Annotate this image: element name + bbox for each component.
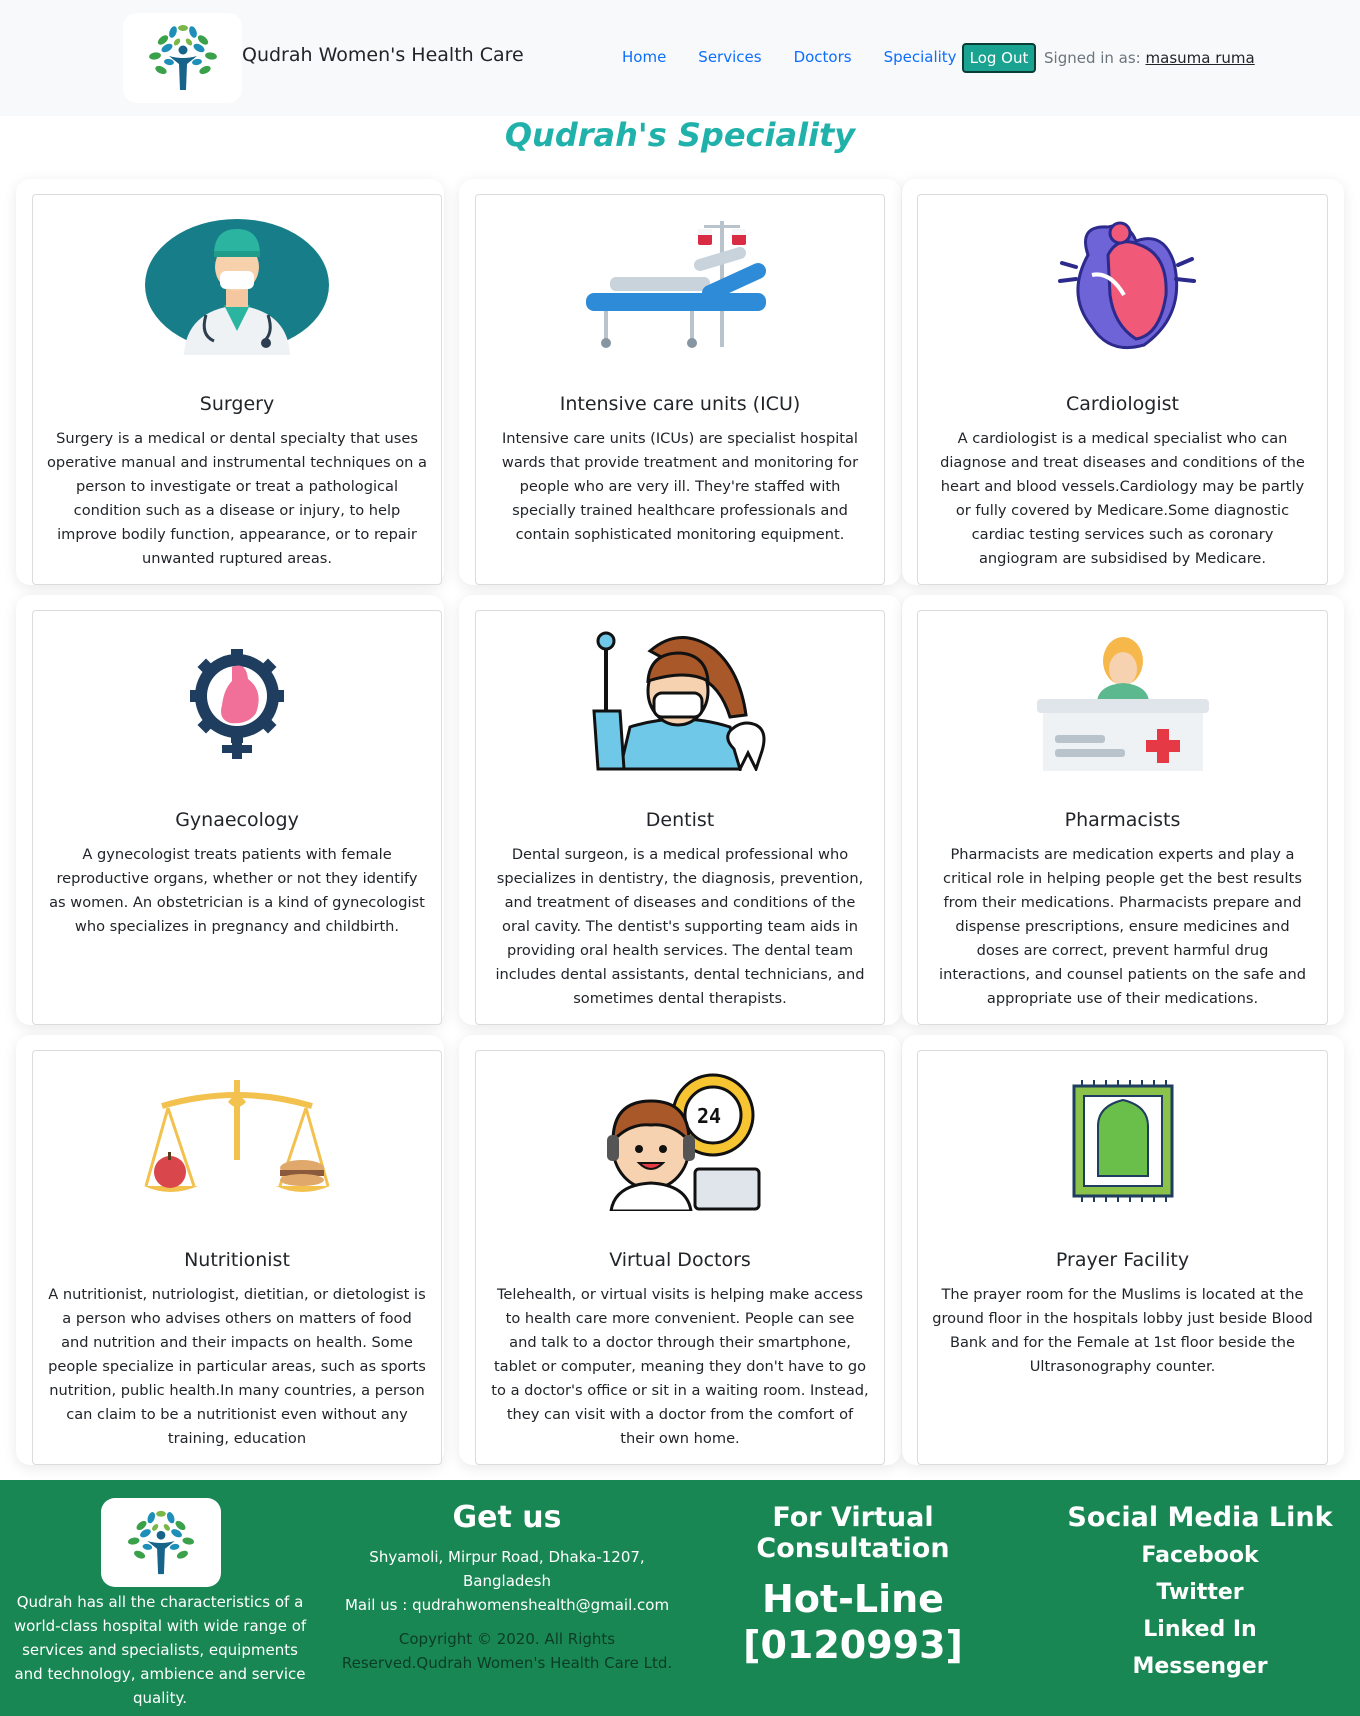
card-wrapper: Surgery Surgery is a medical or dental s…: [16, 179, 444, 585]
footer-about: Qudrah has all the characteristics of a …: [13, 1593, 307, 1707]
social-link-twitter[interactable]: Twitter: [1060, 1574, 1340, 1611]
gynaecology-icon: [33, 631, 441, 771]
card-text: A gynecologist treats patients with fema…: [49, 846, 425, 935]
social-link-linkedin[interactable]: Linked In: [1060, 1611, 1340, 1648]
nav-links: Home Services Doctors Speciality: [622, 48, 989, 66]
card-title: Gynaecology: [175, 809, 299, 831]
surgeon-icon: [33, 215, 441, 355]
nav-speciality[interactable]: Speciality: [884, 48, 957, 66]
speciality-card: Dentist Dental surgeon, is a medical pro…: [475, 610, 885, 1025]
card-wrapper: Intensive care units (ICU) Intensive car…: [459, 179, 901, 585]
footer-logo: [101, 1498, 221, 1587]
card-text: The prayer room for the Muslims is locat…: [932, 1286, 1313, 1375]
svg-text:24: 24: [697, 1104, 721, 1128]
prayer-mat-icon: [918, 1071, 1327, 1211]
card-wrapper: Nutritionist A nutritionist, nutriologis…: [16, 1035, 444, 1465]
hospital-bed-icon: [476, 215, 884, 355]
footer: Qudrah has all the characteristics of a …: [0, 1480, 1360, 1716]
speciality-card: Cardiologist A cardiologist is a medical…: [917, 194, 1328, 585]
card-text: Intensive care units (ICUs) are speciali…: [501, 430, 859, 543]
card-wrapper: Gynaecology A gynecologist treats patien…: [16, 595, 444, 1025]
card-title: Intensive care units (ICU): [559, 393, 801, 415]
user-name-link[interactable]: masuma ruma: [1146, 49, 1255, 67]
card-title: Surgery: [199, 393, 275, 415]
virtual-doctor-icon: 24: [476, 1071, 884, 1211]
hotline-label: Hot-Line: [762, 1577, 944, 1621]
card-text: Surgery is a medical or dental specialty…: [47, 430, 427, 567]
page-title: Qudrah's Speciality: [504, 116, 856, 154]
logout-button[interactable]: Log Out: [962, 43, 1036, 73]
card-title: Pharmacists: [1064, 809, 1181, 831]
signed-in-prefix: Signed in as:: [1044, 49, 1146, 67]
balance-scale-icon: [33, 1071, 441, 1211]
copyright: Copyright © 2020. All Rights Reserved.Qu…: [341, 1630, 673, 1672]
card-wrapper: Pharmacists Pharmacists are medication e…: [902, 595, 1344, 1025]
nav-services[interactable]: Services: [698, 48, 761, 66]
card-title: Prayer Facility: [1055, 1249, 1190, 1271]
social-link-messenger[interactable]: Messenger: [1060, 1648, 1340, 1685]
logo[interactable]: [123, 13, 242, 103]
brand-name[interactable]: Qudrah Women's Health Care: [242, 44, 524, 66]
heart-icon: [918, 215, 1327, 355]
pharmacy-counter-icon: [918, 631, 1327, 771]
social-title: Social Media Link: [1067, 1502, 1333, 1533]
mail-text[interactable]: Mail us : qudrahwomenshealth@gmail.com: [345, 1596, 669, 1614]
card-title: Virtual Doctors: [609, 1249, 751, 1271]
hotline: Hot-Line [0120993]: [690, 1576, 1016, 1668]
virtual-title: For Virtual Consultation: [756, 1502, 950, 1564]
speciality-card: Surgery Surgery is a medical or dental s…: [32, 194, 442, 585]
speciality-card: Pharmacists Pharmacists are medication e…: [917, 610, 1328, 1025]
card-wrapper: Dentist Dental surgeon, is a medical pro…: [459, 595, 901, 1025]
tree-person-logo-icon: [148, 25, 217, 90]
get-us-title: Get us: [452, 1500, 562, 1535]
footer-virtual-consultation: For Virtual Consultation Hot-Line [01209…: [690, 1502, 1016, 1668]
card-wrapper: Cardiologist A cardiologist is a medical…: [902, 179, 1344, 585]
address-text: Shyamoli, Mirpur Road, Dhaka-1207, Bangl…: [369, 1548, 645, 1590]
card-text: A cardiologist is a medical specialist w…: [940, 430, 1305, 567]
card-text: Dental surgeon, is a medical professiona…: [495, 846, 865, 1007]
card-title: Nutritionist: [184, 1249, 290, 1271]
signed-in-status: Signed in as: masuma ruma: [1044, 49, 1255, 67]
nav-home[interactable]: Home: [622, 48, 666, 66]
hotline-number[interactable]: [0120993]: [690, 1622, 1016, 1668]
footer-address: Shyamoli, Mirpur Road, Dhaka-1207, Bangl…: [337, 1545, 677, 1617]
speciality-card: Gynaecology A gynecologist treats patien…: [32, 610, 442, 1025]
speciality-card: 24 Virtual Doctors Telehealth, or virtua…: [475, 1050, 885, 1465]
speciality-card: Intensive care units (ICU) Intensive car…: [475, 194, 885, 585]
dentist-icon: [476, 631, 884, 771]
footer-get-us: Get us Shyamoli, Mirpur Road, Dhaka-1207…: [337, 1500, 677, 1675]
card-wrapper: Prayer Facility The prayer room for the …: [902, 1035, 1344, 1465]
card-text: Pharmacists are medication experts and p…: [939, 846, 1306, 1007]
card-title: Dentist: [645, 809, 715, 831]
card-text: A nutritionist, nutriologist, dietitian,…: [48, 1286, 426, 1447]
social-link-facebook[interactable]: Facebook: [1060, 1537, 1340, 1574]
tree-person-logo-icon: [127, 1510, 195, 1574]
speciality-card: Prayer Facility The prayer room for the …: [917, 1050, 1328, 1465]
card-text: Telehealth, or virtual visits is helping…: [491, 1286, 869, 1447]
speciality-card: Nutritionist A nutritionist, nutriologis…: [32, 1050, 442, 1465]
nav-doctors[interactable]: Doctors: [794, 48, 852, 66]
footer-social: Social Media Link Facebook Twitter Linke…: [1060, 1502, 1340, 1685]
navbar: Qudrah Women's Health Care Home Services…: [0, 0, 1360, 116]
card-title: Cardiologist: [1066, 393, 1179, 415]
card-wrapper: 24 Virtual Doctors Telehealth, or virtua…: [459, 1035, 901, 1465]
